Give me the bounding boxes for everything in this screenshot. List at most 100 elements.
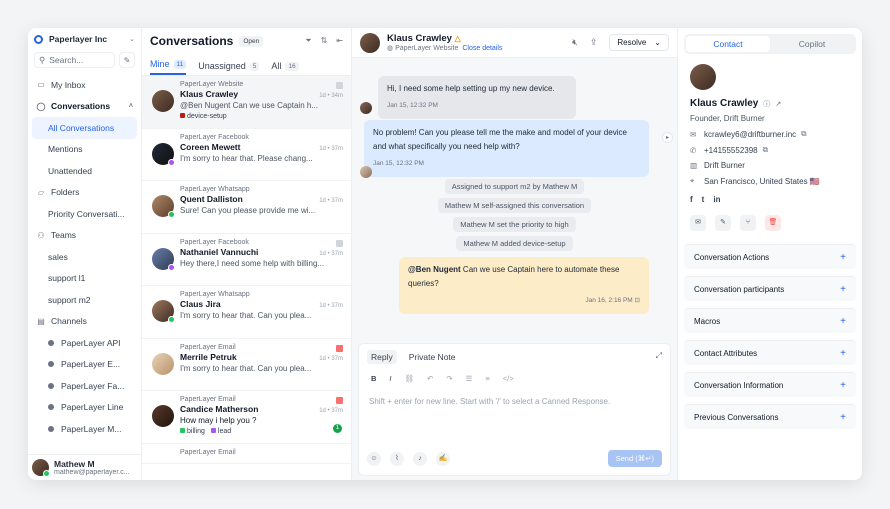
accordion-previous-conversations[interactable]: Previous Conversations + bbox=[684, 404, 856, 429]
code-icon[interactable]: </> bbox=[503, 374, 514, 383]
twitter-icon[interactable]: t bbox=[702, 195, 705, 204]
inbox-name: PaperLayer Email bbox=[180, 343, 236, 351]
user-email: mathew@paperlayer.c... bbox=[54, 469, 130, 476]
collapse-icon[interactable]: ⇤ bbox=[336, 36, 343, 46]
sidebar-item-channels[interactable]: ▤ Channels bbox=[32, 311, 137, 333]
sidebar-item-channel-api[interactable]: PaperLayer API bbox=[32, 332, 137, 354]
search-icon: ⚲ bbox=[39, 54, 46, 65]
activity-message: Mathew M set the priority to high bbox=[352, 217, 677, 232]
merge-icon[interactable]: ⑂ bbox=[740, 215, 756, 231]
signature-icon[interactable]: ✍ bbox=[436, 451, 450, 466]
users-icon: ⚇ bbox=[37, 230, 45, 240]
accordion-conversation-actions[interactable]: Conversation Actions + bbox=[684, 244, 856, 269]
sidebar-item-channel-facebook[interactable]: PaperLayer Fa... bbox=[32, 375, 137, 397]
sidebar-item-mentions[interactable]: Mentions bbox=[32, 139, 137, 161]
folder-icon: ▱ bbox=[37, 187, 45, 197]
messenger-icon bbox=[48, 425, 54, 432]
inbox-name: PaperLayer Website bbox=[395, 45, 459, 52]
tab-all[interactable]: All 16 bbox=[271, 61, 299, 75]
tab-contact[interactable]: Contact bbox=[686, 36, 770, 52]
timestamp: 1d • 37m bbox=[319, 408, 343, 414]
sidebar-item-sales[interactable]: sales bbox=[32, 246, 137, 268]
search-input[interactable]: ⚲ Search... bbox=[34, 52, 115, 68]
facebook-icon[interactable]: f bbox=[690, 195, 693, 204]
tab-unassigned[interactable]: Unassigned 5 bbox=[198, 61, 260, 75]
activity-text: Mathew M set the priority to high bbox=[453, 217, 576, 232]
export-icon[interactable]: ⇪ bbox=[590, 37, 598, 48]
message-input[interactable]: Shift + enter for new line. Start with '… bbox=[359, 387, 670, 416]
sidebar-item-support-l1[interactable]: support l1 bbox=[32, 268, 137, 290]
conversation-item[interactable]: PaperLayer Facebook Coreen Mewett I'm so… bbox=[142, 129, 351, 181]
emoji-icon[interactable]: ☺ bbox=[367, 451, 381, 466]
link-icon[interactable]: ⛓ bbox=[405, 374, 415, 383]
accordion-label: Contact Attributes bbox=[694, 348, 758, 358]
sidebar-item-priority[interactable]: Priority Conversati... bbox=[32, 203, 137, 225]
last-message: Sure! Can you please provide me wi... bbox=[180, 206, 316, 215]
current-user[interactable]: Mathew M mathew@paperlayer.c... bbox=[28, 454, 141, 480]
italic-icon[interactable]: I bbox=[389, 374, 391, 383]
conversation-item[interactable]: PaperLayer Whatsapp Claus Jira I'm sorry… bbox=[142, 286, 351, 339]
user-name: Mathew M bbox=[54, 459, 95, 469]
undo-icon[interactable]: ↶ bbox=[427, 374, 433, 383]
sidebar-item-label: Conversations bbox=[51, 101, 111, 112]
conversation-item[interactable]: PaperLayer Facebook Nathaniel Vannuchi H… bbox=[142, 234, 351, 286]
sidebar-item-label: Priority Conversati... bbox=[48, 208, 125, 219]
ordered-list-icon[interactable]: ≡ bbox=[485, 374, 489, 383]
org-switcher[interactable]: Paperlayer Inc ⌄ bbox=[28, 28, 141, 50]
sidebar-item-conversations[interactable]: ◯ Conversations ˄ bbox=[32, 96, 137, 118]
edit-icon[interactable]: ✎ bbox=[715, 215, 731, 231]
activity-text: Assigned to support m2 by Mathew M bbox=[444, 179, 585, 194]
sidebar-item-all-conversations[interactable]: All Conversations bbox=[32, 117, 137, 139]
sidebar-item-channel-email[interactable]: PaperLayer E... bbox=[32, 354, 137, 376]
chevron-right-icon[interactable]: ▸ bbox=[662, 132, 673, 143]
redo-icon[interactable]: ↷ bbox=[446, 374, 452, 383]
sidebar-item-my-inbox[interactable]: ▭ My Inbox bbox=[32, 74, 137, 96]
new-message-icon[interactable]: ✉ bbox=[690, 215, 706, 231]
accordion-contact-attributes[interactable]: Contact Attributes + bbox=[684, 340, 856, 365]
last-message: I'm sorry to hear that. Please chang... bbox=[180, 153, 313, 163]
contact-phone[interactable]: +14155552398 bbox=[704, 146, 758, 155]
attachment-icon[interactable]: ⌇ bbox=[390, 451, 404, 466]
expand-icon[interactable]: ⤢ bbox=[656, 351, 662, 361]
conversation-item[interactable]: PaperLayer Email Candice Matherson How m… bbox=[142, 391, 351, 444]
copy-icon[interactable]: ⧉ bbox=[763, 145, 772, 155]
avatar bbox=[152, 300, 175, 323]
conversation-item[interactable]: PaperLayer Whatsapp Quent Dalliston Sure… bbox=[142, 181, 351, 234]
tab-mine[interactable]: Mine 11 bbox=[150, 59, 187, 75]
external-link-icon[interactable]: ↗ bbox=[775, 100, 781, 108]
conversation-item[interactable]: PaperLayer Email Merrile Petruk I'm sorr… bbox=[142, 339, 351, 391]
sidebar-item-unattended[interactable]: Unattended bbox=[32, 160, 137, 182]
conversation-item[interactable]: PaperLayer Website Klaus Crawley @Ben Nu… bbox=[142, 76, 351, 129]
close-details-link[interactable]: Close details bbox=[462, 45, 502, 52]
accordion-macros[interactable]: Macros + bbox=[684, 308, 856, 333]
copy-icon[interactable]: ⧉ bbox=[801, 129, 810, 139]
linkedin-icon[interactable]: in bbox=[713, 195, 720, 204]
sidebar-item-channel-line[interactable]: PaperLayer Line bbox=[32, 397, 137, 419]
bold-icon[interactable]: B bbox=[371, 374, 376, 383]
send-button[interactable]: Send (⌘↵) bbox=[607, 450, 662, 467]
filter-icon[interactable]: ⏷ bbox=[305, 36, 311, 46]
tab-copilot[interactable]: Copilot bbox=[770, 36, 854, 52]
sidebar-item-label: PaperLayer M... bbox=[61, 423, 122, 434]
sidebar-item-support-m2[interactable]: support m2 bbox=[32, 289, 137, 311]
accordion-conversation-participants[interactable]: Conversation participants + bbox=[684, 276, 856, 301]
sidebar-item-channel-messenger[interactable]: PaperLayer M... bbox=[32, 418, 137, 440]
accordion-conversation-information[interactable]: Conversation Information + bbox=[684, 372, 856, 397]
contact-email[interactable]: kcrawley6@driftburner.inc bbox=[704, 130, 796, 139]
bullet-list-icon[interactable]: ☰ bbox=[466, 374, 473, 383]
delete-icon[interactable]: 🗑︎ bbox=[765, 215, 781, 231]
resolve-button[interactable]: Resolve ⌄ bbox=[609, 34, 669, 51]
activity-text: Mathew M added device-setup bbox=[456, 236, 573, 251]
inbox-name: PaperLayer Email bbox=[180, 448, 236, 456]
compose-button[interactable]: ✎ bbox=[119, 52, 135, 68]
mute-icon[interactable]: 🔇︎ bbox=[572, 37, 578, 48]
tab-private-note[interactable]: Private Note bbox=[405, 350, 460, 364]
sidebar-item-teams[interactable]: ⚇ Teams bbox=[32, 225, 137, 247]
microphone-icon[interactable]: ♪ bbox=[413, 451, 427, 466]
status-filter-badge[interactable]: Open bbox=[239, 35, 264, 47]
info-icon[interactable]: ⓘ bbox=[763, 99, 770, 109]
tab-reply[interactable]: Reply bbox=[367, 350, 397, 364]
sidebar-item-folders[interactable]: ▱ Folders bbox=[32, 182, 137, 204]
conversation-item[interactable]: PaperLayer Email bbox=[142, 444, 351, 464]
sort-icon[interactable]: ⇅ bbox=[321, 36, 328, 46]
